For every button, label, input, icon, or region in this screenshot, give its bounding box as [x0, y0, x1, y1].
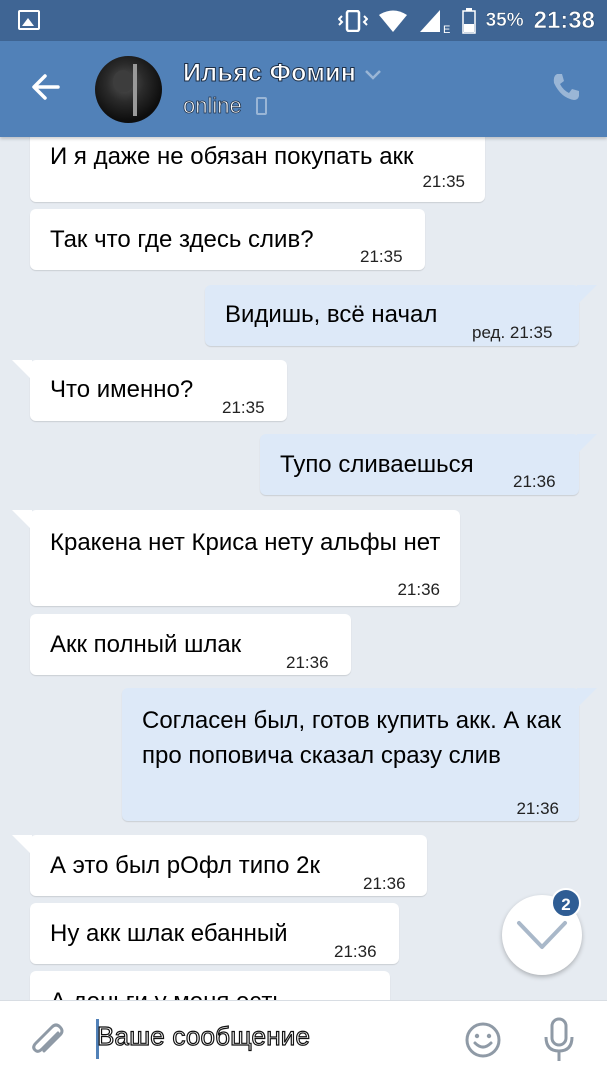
battery-icon	[461, 8, 476, 34]
paperclip-icon[interactable]	[28, 1021, 66, 1061]
message-text: Что именно?	[50, 376, 194, 403]
status-clock: 21:38	[533, 7, 595, 35]
message-outgoing[interactable]: Тупо сливаешься 21:36	[260, 434, 597, 495]
message-text: Видишь, всё начал	[225, 301, 438, 328]
message-text: Тупо сливаешься	[280, 451, 474, 478]
message-time: 21:36	[286, 653, 329, 672]
message-incoming[interactable]: Что именно? 21:35	[12, 360, 287, 421]
message-composer: Ваше сообщение	[0, 1000, 607, 1080]
message-incoming[interactable]: Кракена нет Криса нету альфы нет 21:36	[12, 510, 460, 606]
status-bar: E 35% 21:38	[0, 0, 607, 41]
message-time: 21:36	[363, 874, 406, 893]
chat-header: Ильяс Фомин online	[0, 41, 607, 137]
message-incoming[interactable]: Так что где здесь слив? 21:35	[30, 209, 425, 270]
unread-count-badge: 2	[551, 888, 581, 918]
message-text: Ну акк шлак ебанный	[50, 920, 288, 947]
message-time: 21:35	[222, 398, 265, 417]
battery-percent: 35%	[485, 10, 524, 31]
phone-call-icon[interactable]	[550, 71, 582, 103]
chevron-down-icon	[517, 921, 567, 949]
message-time: 21:35	[360, 247, 403, 266]
message-text: Согласен был, готов купить акк. А как пр…	[142, 707, 561, 769]
gallery-notification-icon	[18, 10, 40, 30]
message-text: А это был рОфл типо 2к	[50, 852, 320, 879]
emoji-icon[interactable]	[464, 1021, 502, 1059]
message-text: Так что где здесь слив?	[50, 226, 314, 253]
mobile-online-icon	[256, 97, 267, 115]
message-incoming[interactable]: А это был рОфл типо 2к 21:36	[12, 835, 427, 896]
message-text: Кракена нет Криса нету альфы нет	[50, 529, 441, 556]
message-outgoing[interactable]: Согласен был, готов купить акк. А как пр…	[122, 688, 597, 821]
message-text: А деньги у меня есть	[50, 984, 285, 1000]
vibrate-icon	[337, 10, 368, 32]
svg-text:E: E	[443, 24, 450, 34]
message-time: 21:36	[334, 942, 377, 961]
wifi-icon	[378, 10, 407, 32]
message-incoming[interactable]: И я даже не обязан покупать акк 21:35	[30, 137, 485, 202]
message-list[interactable]: И я даже не обязан покупать акк 21:35 Та…	[0, 137, 607, 1000]
message-text: Акк полный шлак	[50, 631, 242, 658]
microphone-icon[interactable]	[543, 1017, 575, 1063]
back-arrow-icon[interactable]	[28, 69, 64, 105]
contact-name[interactable]: Ильяс Фомин	[182, 59, 356, 88]
message-text: И я даже не обязан покупать акк	[50, 143, 414, 170]
message-time: ред. 21:35	[472, 323, 553, 342]
message-input[interactable]: Ваше сообщение	[96, 1020, 310, 1052]
message-time: 21:36	[397, 580, 440, 599]
message-time: 21:35	[422, 172, 465, 191]
message-incoming[interactable]: А деньги у меня есть	[30, 971, 390, 1000]
chevron-down-icon[interactable]	[364, 69, 382, 81]
message-time: 21:36	[516, 799, 559, 818]
signal-icon: E	[419, 10, 450, 34]
message-incoming[interactable]: Ну акк шлак ебанный 21:36	[30, 903, 399, 964]
message-incoming[interactable]: Акк полный шлак 21:36	[30, 614, 351, 675]
message-time: 21:36	[513, 472, 556, 491]
contact-status: online	[183, 93, 243, 119]
contact-avatar[interactable]	[95, 56, 162, 123]
message-outgoing[interactable]: Видишь, всё начал ред. 21:35	[205, 285, 597, 346]
